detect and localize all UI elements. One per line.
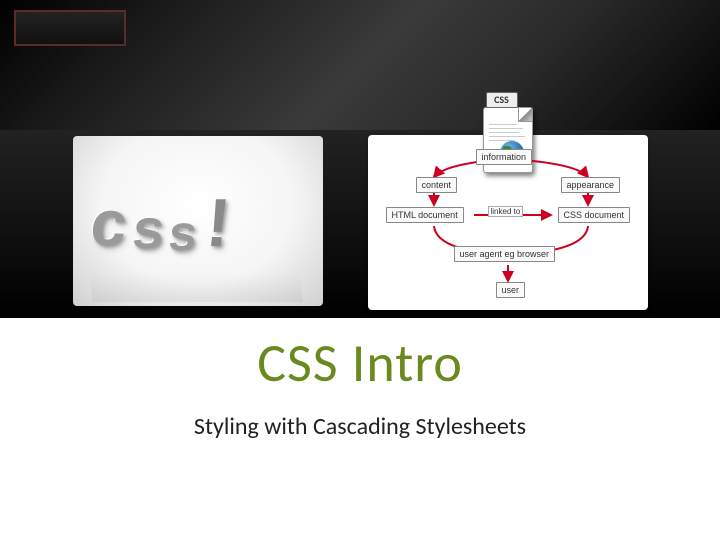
- diagram-node-user: user: [496, 282, 526, 298]
- diagram-label-linked-to: linked to: [488, 206, 524, 217]
- title-area: CSS Intro Styling with Cascading Stylesh…: [0, 330, 720, 441]
- diagram-node-content: content: [416, 177, 458, 193]
- diagram-node-appearance: appearance: [561, 177, 621, 193]
- css-doc-label: CSS: [486, 92, 518, 108]
- css-3d-logo-image: c s s !: [73, 136, 323, 306]
- diagram-node-information: information: [476, 149, 533, 165]
- diagram-node-html-doc: HTML document: [386, 207, 464, 223]
- css-flow-diagram: information content appearance HTML docu…: [376, 145, 640, 302]
- css-diagram-image: CSS: [368, 135, 648, 310]
- logo-placeholder: [14, 10, 126, 46]
- slide: c s s ! CSS: [0, 0, 720, 540]
- slide-subtitle: Styling with Cascading Stylesheets: [0, 412, 720, 441]
- diagram-node-user-agent: user agent eg browser: [454, 246, 556, 262]
- images-row: c s s ! CSS: [0, 130, 720, 318]
- diagram-node-css-doc: CSS document: [558, 207, 631, 223]
- slide-title: CSS Intro: [0, 330, 720, 396]
